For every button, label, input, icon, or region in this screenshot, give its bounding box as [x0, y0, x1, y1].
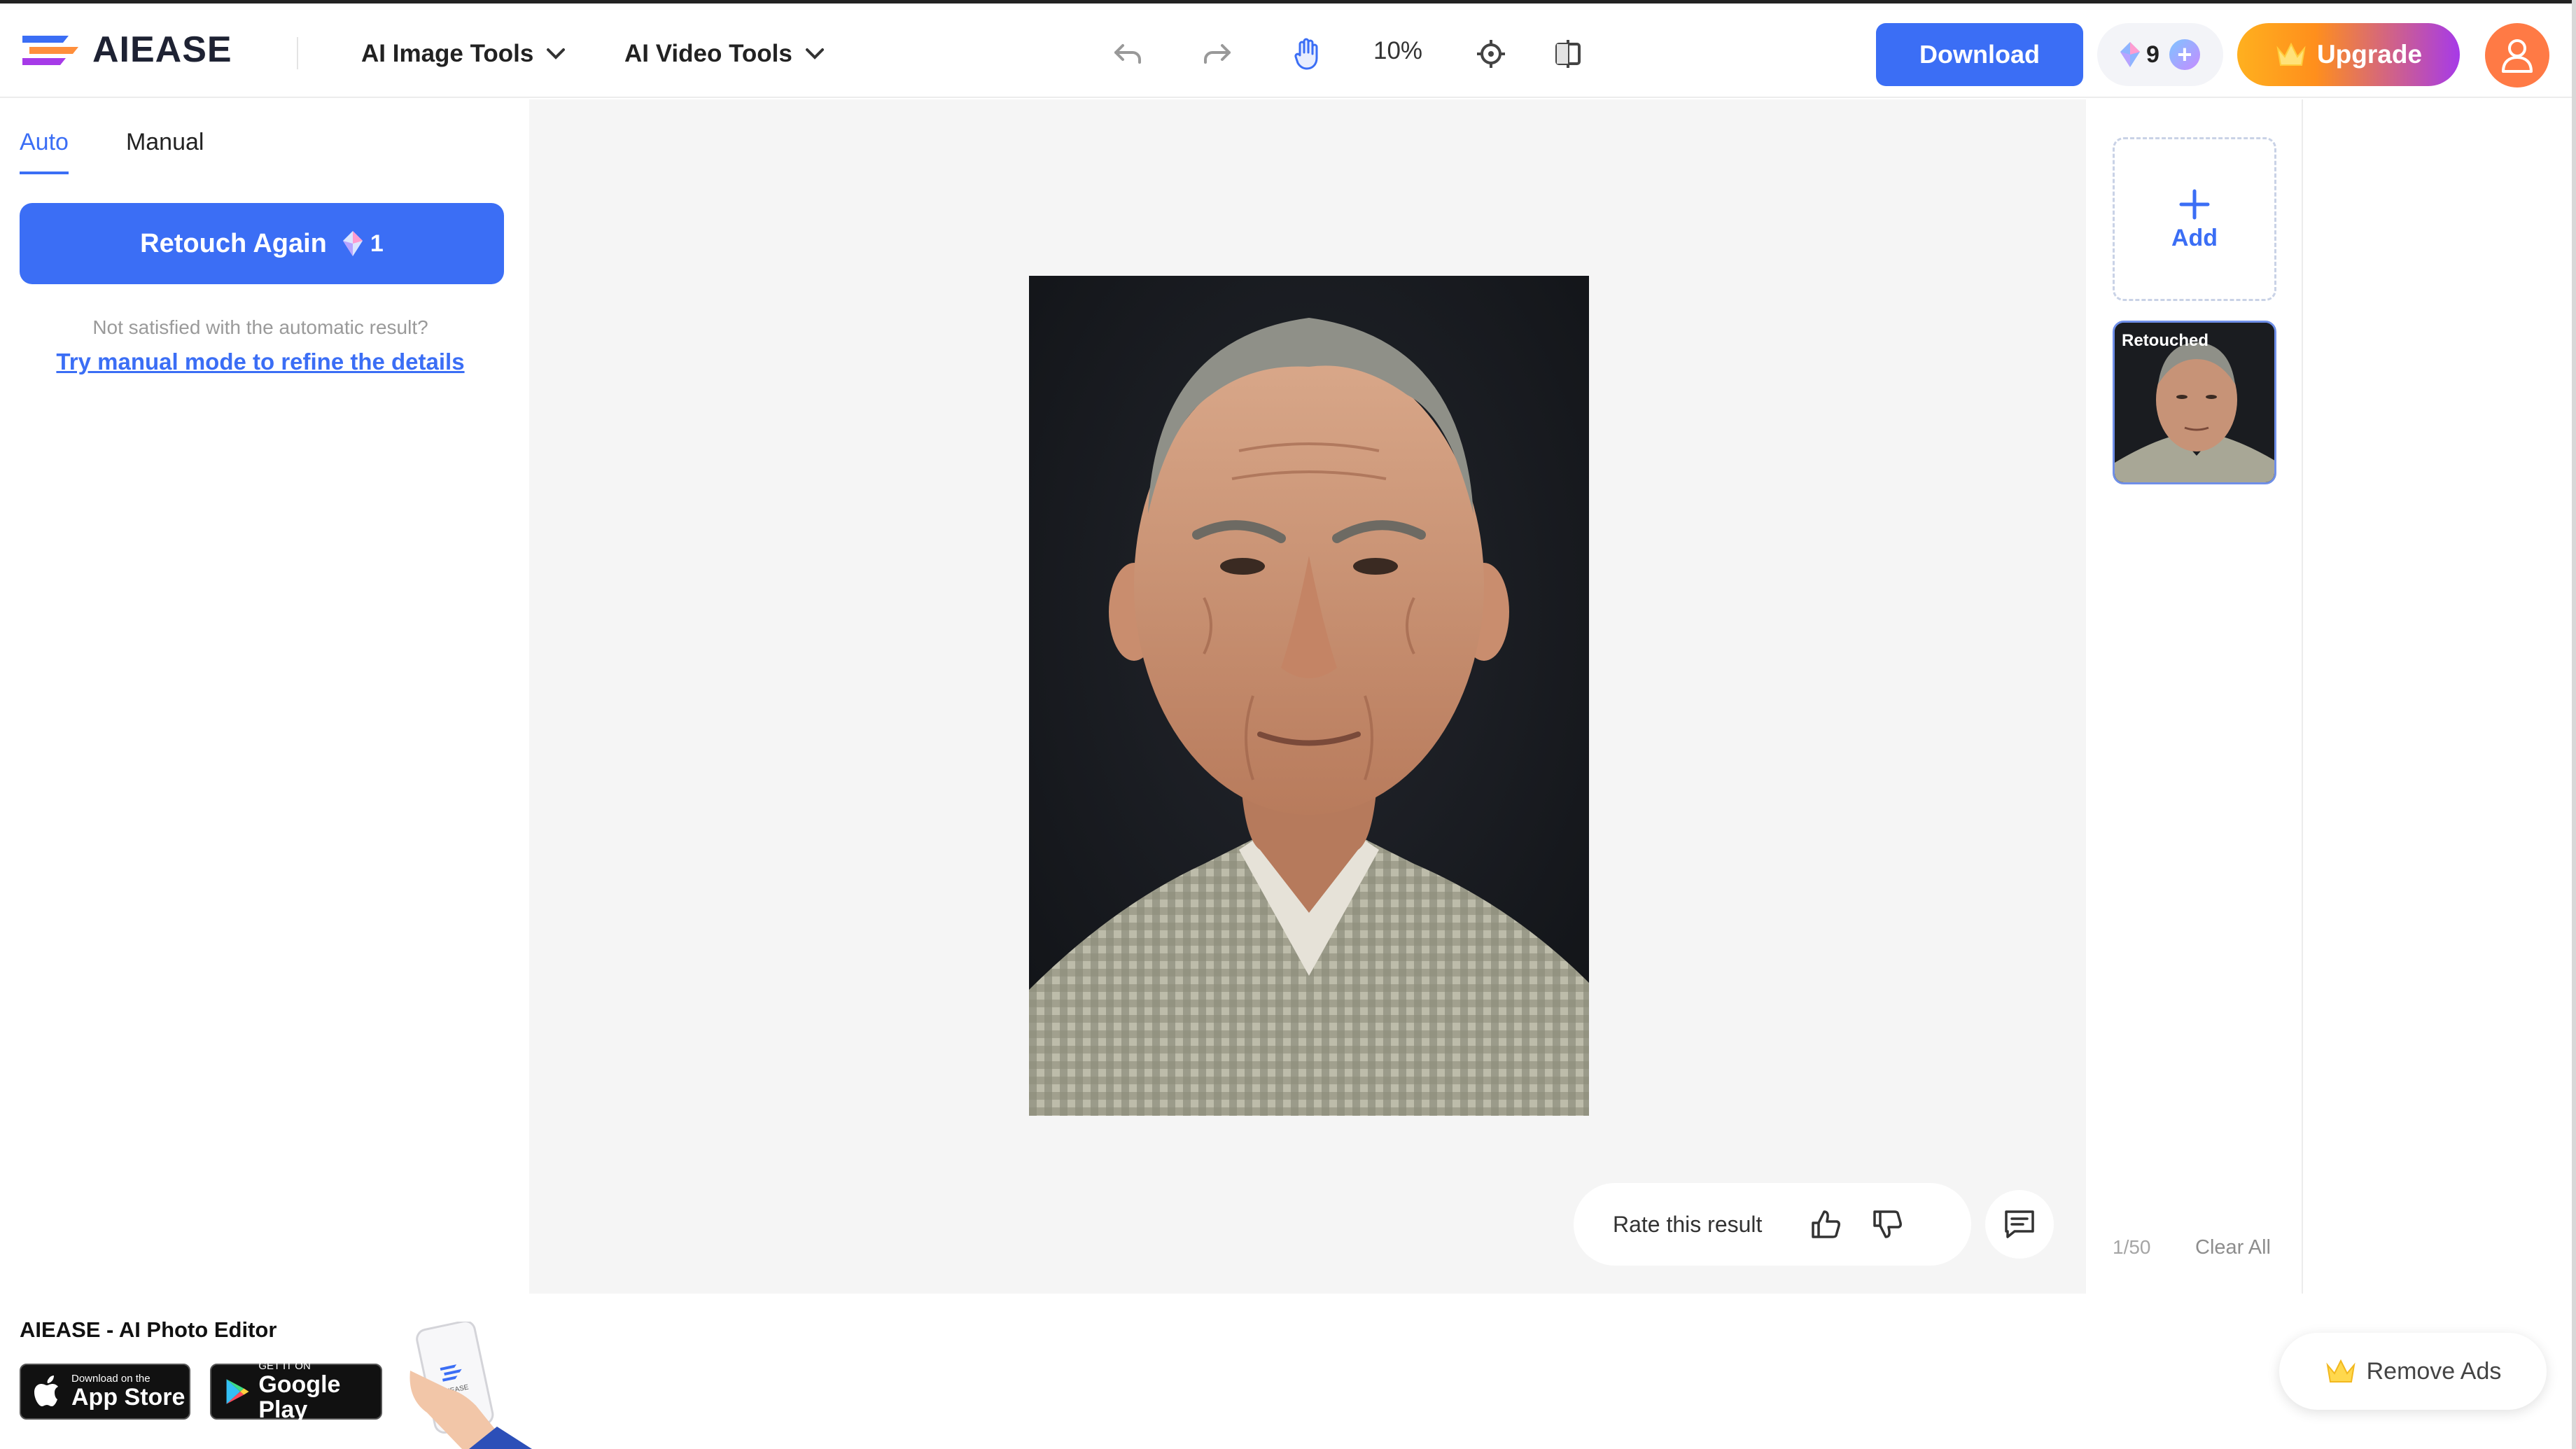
- left-panel: Auto Manual Retouch Again 1 Not satisfie…: [0, 99, 529, 1294]
- thumbs-up-icon: [1812, 1210, 1841, 1238]
- plus-icon: [2179, 189, 2210, 219]
- chat-icon: [2005, 1210, 2034, 1238]
- add-label: Add: [2171, 224, 2218, 251]
- crown-icon: [2276, 42, 2306, 66]
- menu-ai-image-tools[interactable]: AI Image Tools: [361, 34, 566, 74]
- google-play-icon: [226, 1379, 249, 1404]
- thumbs-down-icon: [1873, 1210, 1903, 1238]
- feedback-button[interactable]: [1985, 1190, 2054, 1259]
- crown-icon: [2326, 1359, 2356, 1382]
- app-store-text: App Store: [71, 1384, 186, 1410]
- app-store-button[interactable]: Download on the App Store: [20, 1364, 190, 1420]
- google-play-button[interactable]: GET IT ON Google Play: [210, 1360, 382, 1423]
- retouch-again-button[interactable]: Retouch Again 1: [20, 203, 504, 284]
- gem-icon: [342, 231, 363, 256]
- app-root: AIEASE AI Image Tools AI Video Tools 10%…: [0, 0, 2576, 1449]
- rate-label: Rate this result: [1613, 1211, 1763, 1237]
- redo-button[interactable]: [1196, 33, 1238, 75]
- app-promo-footer: AIEASE - AI Photo Editor Download on the…: [0, 1294, 2572, 1449]
- upgrade-label: Upgrade: [2316, 40, 2423, 69]
- brand-name: AIEASE: [92, 29, 232, 70]
- crosshair-icon: [1477, 40, 1505, 68]
- right-panel: Add Retouched 1/50 Clear All: [2086, 99, 2303, 1294]
- brand-logo[interactable]: AIEASE: [20, 29, 232, 71]
- compare-icon: [1555, 40, 1581, 68]
- chevron-down-icon: [805, 48, 824, 59]
- gem-icon: [2120, 42, 2140, 67]
- thumbs-up-button[interactable]: [1801, 1200, 1850, 1249]
- manual-mode-link[interactable]: Try manual mode to refine the details: [0, 349, 521, 375]
- canvas-area[interactable]: Rate this result: [529, 99, 2086, 1294]
- hand-icon: [1294, 38, 1318, 70]
- fit-center-button[interactable]: [1470, 33, 1512, 75]
- undo-button[interactable]: [1107, 33, 1149, 75]
- window-edge: [2572, 0, 2576, 1449]
- remove-ads-label: Remove Ads: [2366, 1357, 2502, 1385]
- pan-hand-button[interactable]: [1287, 33, 1329, 75]
- undo-icon: [1114, 44, 1141, 64]
- user-icon: [2502, 39, 2533, 73]
- add-credits-button[interactable]: +: [2169, 39, 2200, 70]
- add-image-button[interactable]: Add: [2113, 137, 2276, 301]
- compare-button[interactable]: [1547, 33, 1589, 75]
- retouched-badge: Retouched: [2122, 331, 2209, 350]
- menu-label: AI Video Tools: [624, 40, 792, 67]
- thumbs-down-button[interactable]: [1863, 1200, 1912, 1249]
- logo-icon: [22, 36, 78, 65]
- retouch-cost: 1: [370, 230, 384, 257]
- tab-manual[interactable]: Manual: [126, 129, 204, 174]
- mode-tabs: Auto Manual: [20, 129, 261, 174]
- retouch-label: Retouch Again: [140, 228, 327, 258]
- header-divider: [297, 37, 298, 69]
- menu-label: AI Image Tools: [361, 40, 534, 67]
- history-thumbnail[interactable]: Retouched: [2113, 321, 2276, 484]
- google-play-text: Google Play: [258, 1371, 341, 1423]
- clear-all-button[interactable]: Clear All: [2195, 1236, 2271, 1259]
- apple-icon: [34, 1376, 58, 1406]
- user-avatar[interactable]: [2485, 23, 2549, 88]
- download-button[interactable]: Download: [1876, 23, 2083, 86]
- zoom-level: 10%: [1373, 37, 1423, 64]
- rate-result-bar: Rate this result: [1574, 1183, 1971, 1266]
- menu-ai-video-tools[interactable]: AI Video Tools: [624, 34, 825, 74]
- google-play-small-text: GET IT ON: [258, 1360, 311, 1372]
- upgrade-button[interactable]: Upgrade: [2237, 23, 2460, 86]
- top-header: AIEASE AI Image Tools AI Video Tools 10%…: [0, 0, 2576, 98]
- phone-hand-illustration: AIEASE: [410, 1322, 532, 1449]
- chevron-down-icon: [547, 48, 566, 59]
- image-counter: 1/50: [2113, 1236, 2151, 1258]
- tab-auto[interactable]: Auto: [20, 129, 69, 174]
- credits-badge: 9 +: [2097, 23, 2223, 86]
- promo-title: AIEASE - AI Photo Editor: [20, 1317, 277, 1342]
- credits-count: 9: [2146, 41, 2160, 68]
- remove-ads-button[interactable]: Remove Ads: [2279, 1333, 2547, 1410]
- hint-text: Not satisfied with the automatic result?: [92, 316, 428, 338]
- portrait-image: [1029, 276, 1589, 1116]
- app-store-small-text: Download on the: [71, 1373, 150, 1385]
- redo-icon: [1204, 44, 1231, 64]
- retouched-photo: [1029, 276, 1589, 1116]
